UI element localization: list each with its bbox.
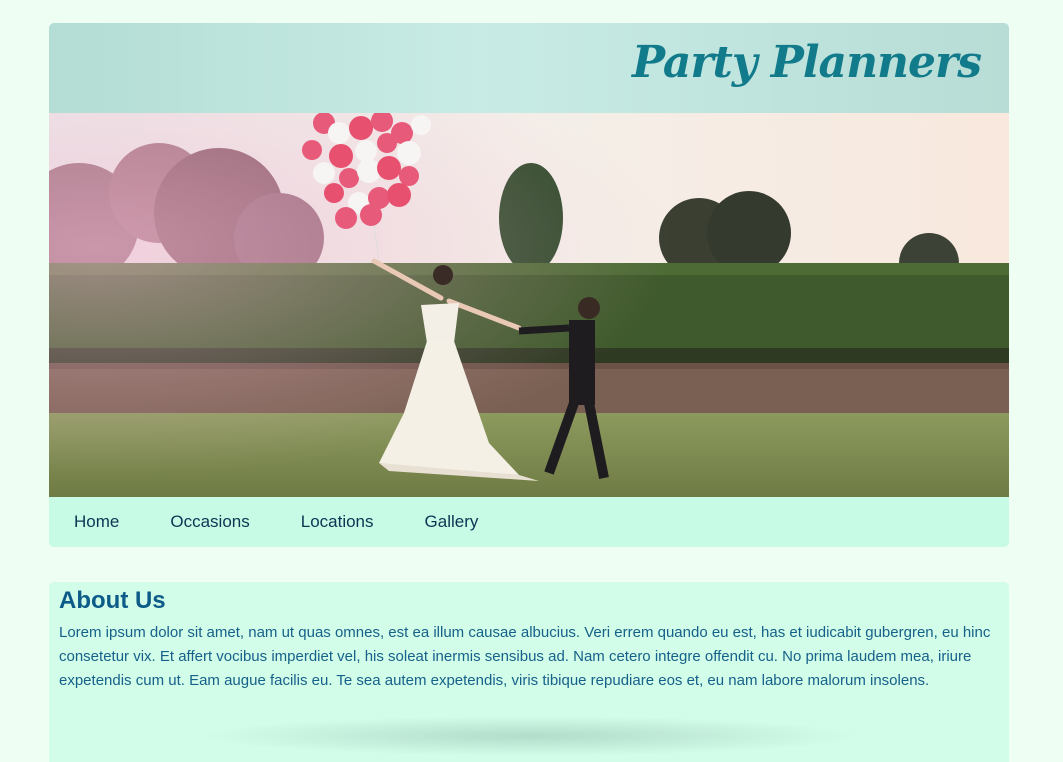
nav-item-occasions[interactable]: Occasions bbox=[170, 512, 249, 532]
page-container: Party Planners Home Occasions Locations … bbox=[49, 23, 1009, 547]
main-nav: Home Occasions Locations Gallery bbox=[49, 497, 1009, 547]
about-body: Lorem ipsum dolor sit amet, nam ut quas … bbox=[59, 624, 991, 689]
nav-item-home[interactable]: Home bbox=[74, 512, 119, 532]
about-title: About Us bbox=[59, 587, 166, 614]
hero-image bbox=[49, 113, 1009, 497]
site-header: Party Planners bbox=[49, 23, 1009, 113]
site-logo[interactable]: Party Planners bbox=[632, 37, 982, 88]
content-shadow bbox=[200, 716, 860, 756]
nav-item-locations[interactable]: Locations bbox=[301, 512, 374, 532]
nav-item-gallery[interactable]: Gallery bbox=[425, 512, 479, 532]
